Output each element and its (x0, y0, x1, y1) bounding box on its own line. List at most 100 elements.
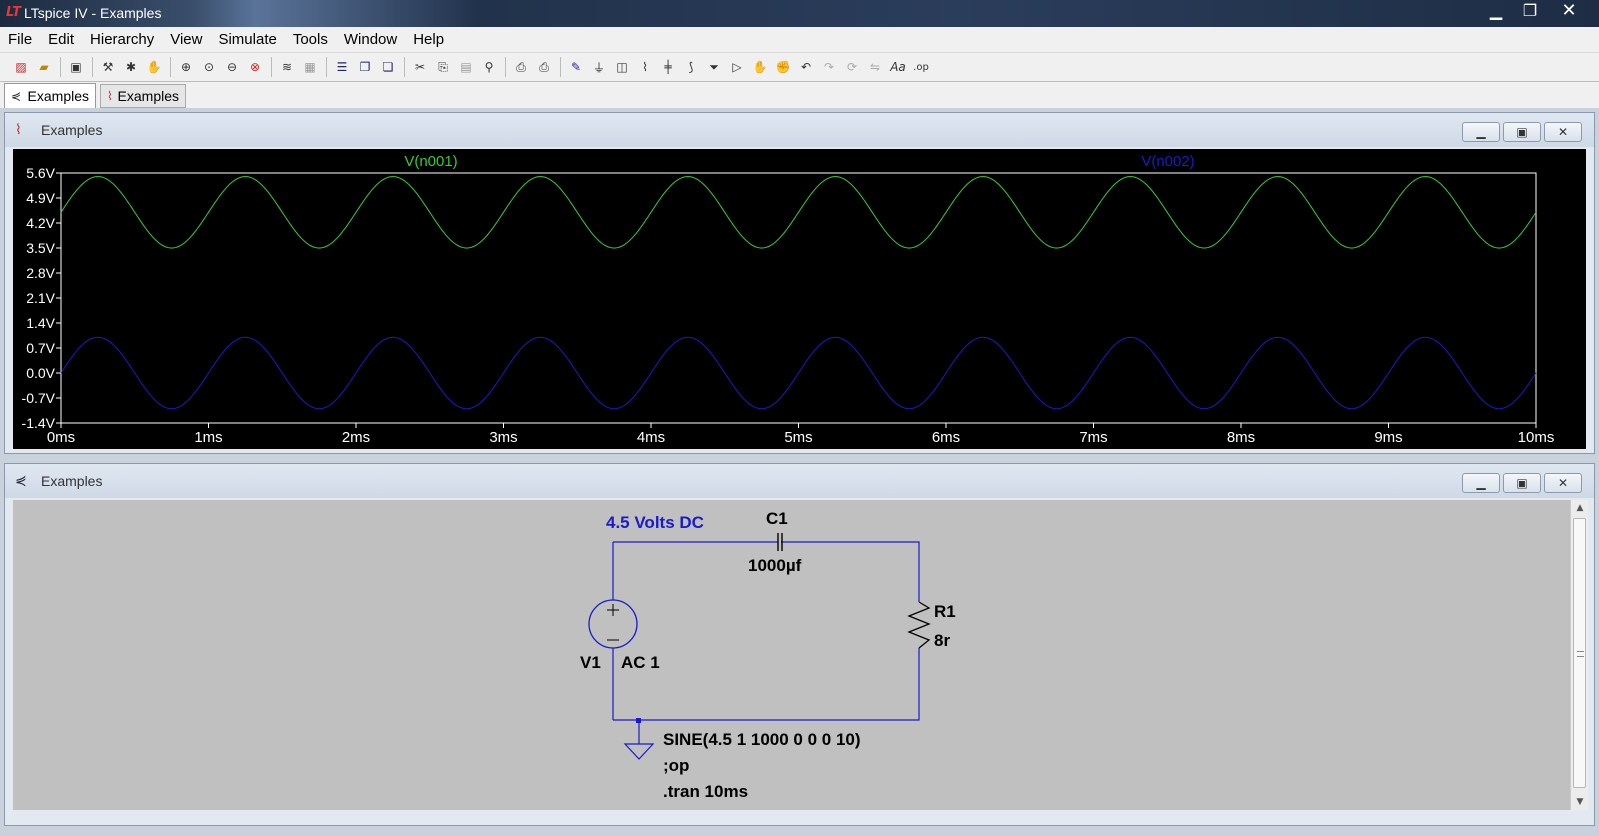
mirror-icon[interactable]: ⇋ (864, 56, 886, 78)
y-tick-label: 4.2V (26, 215, 55, 231)
ground-icon[interactable]: ⏚ (588, 56, 610, 78)
y-tick-label: 3.5V (26, 240, 55, 256)
x-tick-label: 0ms (47, 429, 75, 446)
new-schematic-icon[interactable]: ▨ (10, 56, 32, 78)
halt-icon[interactable]: ✋ (143, 56, 165, 78)
waveform-chart[interactable]: 5.6V 4.9V 4.2V 3.5V 2.8V 2.1V 1.4V 0.7V 0.0V -0.7… (13, 149, 1586, 449)
draw-wire-icon[interactable]: ✎ (565, 56, 587, 78)
res-value[interactable]: 8r (934, 631, 950, 650)
x-tick-label: 1ms (194, 429, 222, 446)
maximize-button[interactable]: ❐ (1513, 0, 1547, 22)
spice-directive-icon[interactable]: .op (910, 56, 932, 78)
cut-icon[interactable]: ✂ (409, 56, 431, 78)
series-line-vn001 (60, 176, 1537, 249)
x-tick-label: 3ms (489, 429, 517, 446)
menu-tools[interactable]: Tools (285, 31, 336, 48)
plot-frame (60, 172, 1537, 424)
legend-label: V(n001) (404, 153, 457, 170)
minimize-button[interactable]: ▁ (1462, 122, 1500, 142)
menu-window[interactable]: Window (336, 31, 405, 48)
y-tick-label: 2.1V (26, 290, 55, 306)
autorange-icon[interactable]: ≋ (276, 56, 298, 78)
paste-icon[interactable]: ▤ (455, 56, 477, 78)
directive-tran[interactable]: .tran 10ms (663, 782, 748, 801)
menu-hierarchy[interactable]: Hierarchy (82, 31, 162, 48)
wire-top-right[interactable] (781, 541, 920, 602)
print-icon[interactable]: ⎙ (533, 56, 555, 78)
tile-horizontal-icon[interactable]: ☰ (331, 56, 353, 78)
close-button[interactable]: ✕ (1547, 0, 1591, 22)
schematic-icon: ⋞ (15, 473, 27, 489)
copy-icon[interactable]: ⎘ (432, 56, 454, 78)
menu-help[interactable]: Help (405, 31, 452, 48)
scroll-up-icon[interactable]: ▲ (1571, 500, 1589, 516)
tab-label: Examples (117, 88, 179, 104)
redo-icon[interactable]: ↷ (818, 56, 840, 78)
cap-value[interactable]: 1000µf (748, 556, 802, 575)
minimize-button[interactable]: ▁ (1462, 473, 1500, 493)
menu-simulate[interactable]: Simulate (210, 31, 284, 48)
y-tick-label: 4.9V (26, 190, 55, 206)
schematic-drawing[interactable]: 4.5 Volts DC C1 1000µf R1 8r V1 AC 1 SIN… (13, 500, 1570, 810)
title-bar: LT LTspice IV - Examples ▁ ❐ ✕ (0, 0, 1599, 27)
tab-waveform[interactable]: ⌇ Examples (100, 84, 186, 108)
component-icon[interactable]: ▷ (726, 56, 748, 78)
src-name[interactable]: V1 (580, 653, 601, 672)
capacitor-icon[interactable]: ╪ (657, 56, 679, 78)
view-grid-icon[interactable]: ▦ (299, 56, 321, 78)
tile-vertical-icon[interactable]: ❏ (377, 56, 399, 78)
directive-op[interactable]: ;op (663, 756, 689, 775)
zoom-full-icon[interactable]: ⊗ (244, 56, 266, 78)
x-tick-label: 7ms (1079, 429, 1107, 446)
find-icon[interactable]: ⚲ (478, 56, 500, 78)
schematic-canvas[interactable]: 4.5 Volts DC C1 1000µf R1 8r V1 AC 1 SIN… (13, 500, 1570, 810)
capacitor-c1[interactable] (777, 533, 783, 551)
waveform-window-caption[interactable]: ⌇ Examples ▁ ▣ ✕ (5, 113, 1594, 147)
schematic-window-title: Examples (41, 473, 103, 489)
minimize-button[interactable]: ▁ (1479, 0, 1513, 22)
label-net-icon[interactable]: ◫ (611, 56, 633, 78)
document-tabs: ⋞ Examples ⌇ Examples (0, 82, 1599, 108)
scroll-down-icon[interactable]: ▼ (1571, 794, 1589, 810)
vertical-scrollbar[interactable]: ▲ ▼ (1570, 500, 1588, 810)
save-icon[interactable]: ▣ (65, 56, 87, 78)
legend-label: V(n002) (1141, 153, 1194, 170)
close-button[interactable]: ✕ (1544, 473, 1582, 493)
zoom-out-icon[interactable]: ⊖ (221, 56, 243, 78)
restore-button[interactable]: ▣ (1503, 122, 1541, 142)
zoom-pan-icon[interactable]: ⊙ (198, 56, 220, 78)
run-icon[interactable]: ✱ (120, 56, 142, 78)
waveform-plot[interactable]: 5.6V 4.9V 4.2V 3.5V 2.8V 2.1V 1.4V 0.7V 0.0V -0.7… (13, 149, 1586, 449)
inductor-icon[interactable]: ⟆ (680, 56, 702, 78)
voltage-source-v1[interactable] (588, 599, 638, 649)
print-preview-icon[interactable]: ⎙ (510, 56, 532, 78)
menu-edit[interactable]: Edit (40, 31, 82, 48)
zoom-in-icon[interactable]: ⊕ (175, 56, 197, 78)
close-button[interactable]: ✕ (1544, 122, 1582, 142)
rotate-icon[interactable]: ⟳ (841, 56, 863, 78)
undo-icon[interactable]: ↶ (795, 56, 817, 78)
cascade-icon[interactable]: ❐ (354, 56, 376, 78)
drag-icon[interactable]: ✊ (772, 56, 794, 78)
control-panel-icon[interactable]: ⚒ (97, 56, 119, 78)
waveform-window: ⌇ Examples ▁ ▣ ✕ 5.6V 4.9V 4.2V 3.5V 2.8V 2.1… (4, 112, 1595, 454)
tab-schematic[interactable]: ⋞ Examples (4, 83, 96, 108)
text-icon[interactable]: Aa (887, 56, 909, 78)
resistor-r1[interactable] (907, 601, 931, 649)
open-icon[interactable]: ▰ (33, 56, 55, 78)
res-name[interactable]: R1 (934, 602, 956, 621)
schematic-window-caption[interactable]: ⋞ Examples ▁ ▣ ✕ (5, 464, 1594, 498)
menu-view[interactable]: View (162, 31, 210, 48)
window-title: LTspice IV - Examples (24, 5, 162, 21)
restore-button[interactable]: ▣ (1503, 473, 1541, 493)
menu-file[interactable]: File (0, 31, 40, 48)
scroll-thumb[interactable] (1573, 518, 1586, 788)
net-label[interactable]: 4.5 Volts DC (606, 513, 704, 532)
src-value[interactable]: AC 1 (621, 653, 660, 672)
toolbar: ▨ ▰ ▣ ⚒ ✱ ✋ ⊕ ⊙ ⊖ ⊗ ≋ ▦ ☰ ❐ ❏ ✂ ⎘ ▤ ⚲ ⎙ … (0, 52, 1599, 82)
src-sine[interactable]: SINE(4.5 1 1000 0 0 0 10) (663, 730, 861, 749)
move-icon[interactable]: ✋ (749, 56, 771, 78)
cap-name[interactable]: C1 (766, 509, 788, 528)
resistor-icon[interactable]: ⌇ (634, 56, 656, 78)
diode-icon[interactable]: ⏷ (703, 56, 725, 78)
